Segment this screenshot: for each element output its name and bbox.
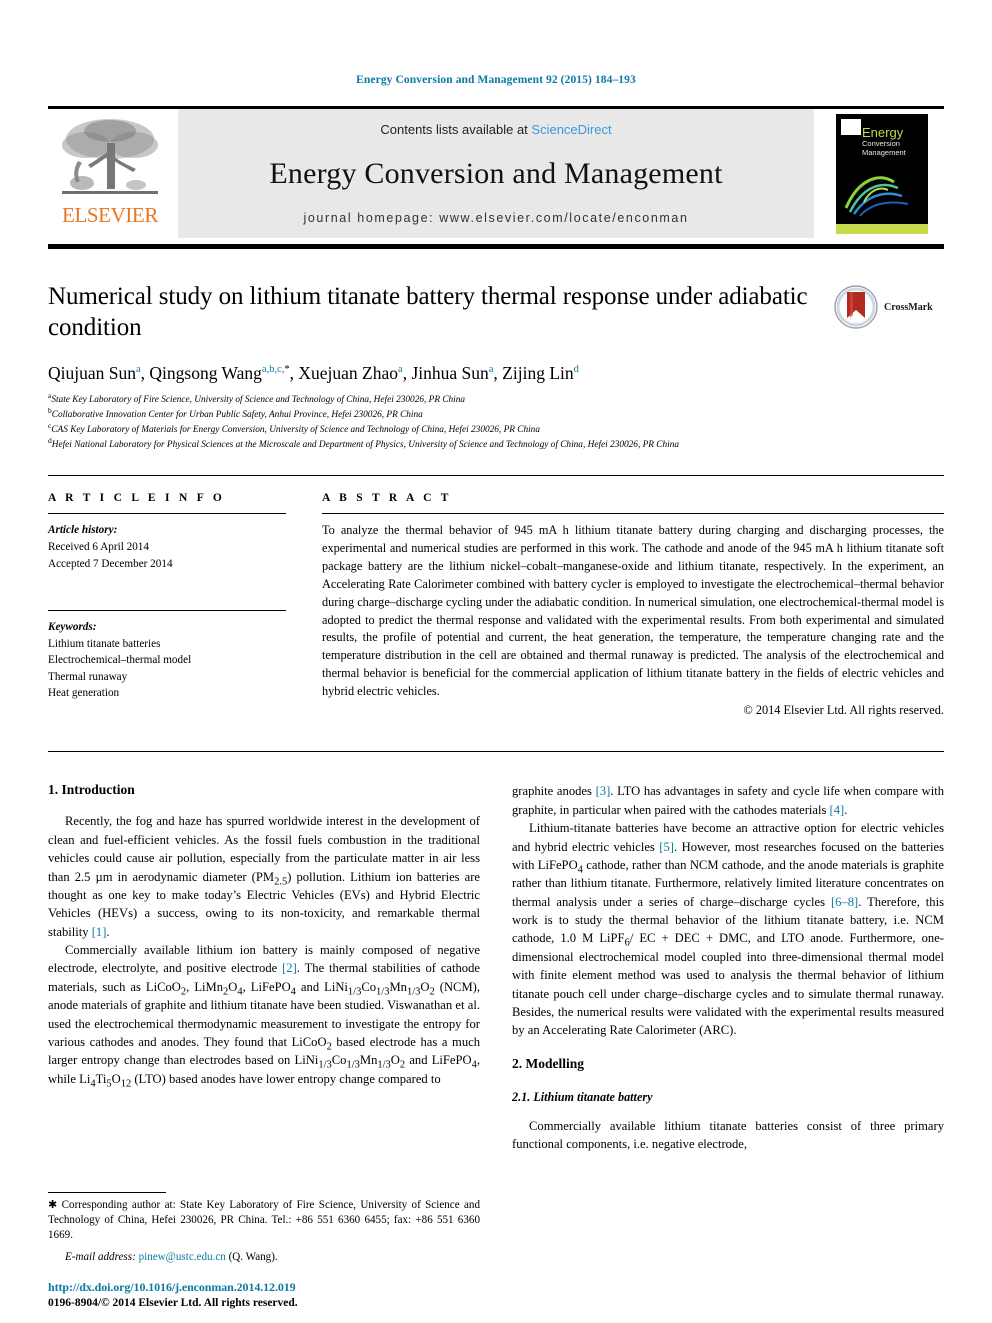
keyword-item: Heat generation bbox=[48, 687, 120, 700]
cover-line-3: Management bbox=[862, 147, 906, 157]
keyword-item: Thermal runaway bbox=[48, 670, 128, 683]
subsection-heading-lithium-titanate-battery: 2.1. Lithium titanate battery bbox=[512, 1089, 653, 1104]
cover-line-2: Conversion bbox=[862, 138, 900, 148]
email-note[interactable]: E-mail address: pinew@ustc.edu.cn (Q. Wa… bbox=[48, 1250, 480, 1265]
body-columns: 1. Introduction Recently, the fog and ha… bbox=[48, 782, 944, 1153]
article-history-label: Article history: bbox=[48, 524, 118, 537]
journal-homepage-line[interactable]: journal homepage: www.elsevier.com/locat… bbox=[303, 211, 688, 225]
affiliation-text: CAS Key Laboratory of Materials for Ener… bbox=[51, 425, 540, 436]
elsevier-tree-icon bbox=[62, 119, 158, 194]
abstract-column: A B S T R A C T To analyze the thermal b… bbox=[302, 492, 944, 737]
keywords-list: Keywords: Lithium titanate batteries Ele… bbox=[48, 619, 286, 702]
article-info-column: A R T I C L E I N F O Article history: R… bbox=[48, 492, 302, 737]
body-column-left: 1. Introduction Recently, the fog and ha… bbox=[48, 782, 480, 1153]
author-list: Qiujuan Suna, Qingsong Wanga,b,c,*, Xuej… bbox=[48, 362, 579, 383]
issn-copyright-line: 0196-8904/© 2014 Elsevier Ltd. All right… bbox=[48, 1297, 298, 1309]
info-divider bbox=[48, 513, 286, 515]
affiliation-item: dHefei National Laboratory for Physical … bbox=[48, 437, 824, 453]
elsevier-logo-block: ELSEVIER bbox=[48, 109, 172, 238]
abstract-heading: A B S T R A C T bbox=[322, 492, 452, 505]
footnote-block: ✱ Corresponding author at: State Key Lab… bbox=[48, 1191, 480, 1265]
keywords-divider bbox=[48, 610, 286, 612]
affiliation-item: cCAS Key Laboratory of Materials for Ene… bbox=[48, 422, 824, 438]
cover-title-text: Energy Conversion Management bbox=[862, 126, 925, 158]
affiliation-text: State Key Laboratory of Fire Science, Un… bbox=[51, 395, 466, 406]
contents-available-line: Contents lists available at ScienceDirec… bbox=[380, 122, 611, 137]
journal-article-page: Energy Conversion and Management 92 (201… bbox=[0, 0, 992, 1323]
page-title: Numerical study on lithium titanate batt… bbox=[48, 283, 808, 342]
abstract-copyright: © 2014 Elsevier Ltd. All rights reserved… bbox=[743, 702, 944, 717]
keywords-label: Keywords: bbox=[48, 621, 97, 634]
body-column-right: graphite anodes [3]. LTO has advantages … bbox=[512, 782, 944, 1153]
journal-cover-image: Energy Conversion Management bbox=[836, 113, 928, 234]
article-history-block: Article history: Received 6 April 2014 A… bbox=[48, 522, 286, 572]
info-abstract-band: A R T I C L E I N F O Article history: R… bbox=[48, 475, 944, 737]
journal-title: Energy Conversion and Management bbox=[269, 157, 723, 190]
sciencedirect-link[interactable]: ScienceDirect bbox=[531, 122, 611, 137]
paragraph: Commercially available lithium titanate … bbox=[512, 1118, 944, 1152]
journal-masthead: ELSEVIER Contents lists available at Sci… bbox=[48, 106, 944, 238]
affiliation-item: aState Key Laboratory of Fire Science, U… bbox=[48, 392, 824, 408]
paragraph: Recently, the fog and haze has spurred w… bbox=[48, 814, 480, 939]
affiliation-item: bCollaborative Innovation Center for Urb… bbox=[48, 407, 824, 423]
article-info-heading: A R T I C L E I N F O bbox=[48, 492, 226, 505]
paragraph: Commercially available lithium ion batte… bbox=[48, 943, 481, 1090]
keyword-item: Electrochemical–thermal model bbox=[48, 654, 192, 667]
doi-link[interactable]: http://dx.doi.org/10.1016/j.enconman.201… bbox=[48, 1280, 498, 1295]
crossmark-label: CrossMark bbox=[884, 301, 933, 313]
article-history-accepted: Accepted 7 December 2014 bbox=[48, 557, 173, 570]
masthead-bottom-rule bbox=[48, 244, 944, 249]
crossmark-icon[interactable] bbox=[834, 285, 878, 329]
crossmark-badge-group[interactable]: CrossMark bbox=[834, 285, 944, 329]
cover-swirl-graphic bbox=[844, 176, 909, 217]
journal-banner: Contents lists available at ScienceDirec… bbox=[178, 109, 814, 238]
cover-elsevier-mark bbox=[841, 118, 861, 135]
corresponding-author-note: ✱ Corresponding author at: State Key Lab… bbox=[48, 1198, 480, 1242]
doi-block: http://dx.doi.org/10.1016/j.enconman.201… bbox=[48, 1280, 498, 1309]
journal-cover-block: Energy Conversion Management bbox=[820, 109, 944, 238]
affiliation-text: Hefei National Laboratory for Physical S… bbox=[51, 440, 680, 451]
paragraph: graphite anodes [3]. LTO has advantages … bbox=[512, 784, 945, 817]
footnote-rule bbox=[48, 1191, 166, 1193]
abstract-divider bbox=[322, 513, 944, 515]
article-history-received: Received 6 April 2014 bbox=[48, 541, 149, 554]
band-bottom-rule bbox=[48, 751, 944, 753]
cover-line-1: Energy bbox=[862, 124, 904, 140]
affiliation-text: Collaborative Innovation Center for Urba… bbox=[51, 410, 423, 421]
elsevier-wordmark: ELSEVIER bbox=[62, 203, 158, 227]
keyword-item: Lithium titanate batteries bbox=[48, 637, 161, 650]
contents-prefix: Contents lists available at bbox=[380, 122, 532, 137]
paragraph: Lithium-titanate batteries have become a… bbox=[512, 821, 945, 1038]
running-head: Energy Conversion and Management 92 (201… bbox=[356, 74, 636, 86]
affiliation-list: aState Key Laboratory of Fire Science, U… bbox=[48, 392, 824, 453]
title-area: Numerical study on lithium titanate batt… bbox=[48, 281, 944, 453]
section-heading-modelling: 2. Modelling bbox=[512, 1055, 585, 1071]
abstract-text: To analyze the thermal behavior of 945 m… bbox=[322, 523, 944, 698]
cover-footer-bar bbox=[836, 223, 928, 234]
keywords-block: Keywords: Lithium titanate batteries Ele… bbox=[48, 610, 286, 702]
section-heading-introduction: 1. Introduction bbox=[48, 782, 135, 798]
